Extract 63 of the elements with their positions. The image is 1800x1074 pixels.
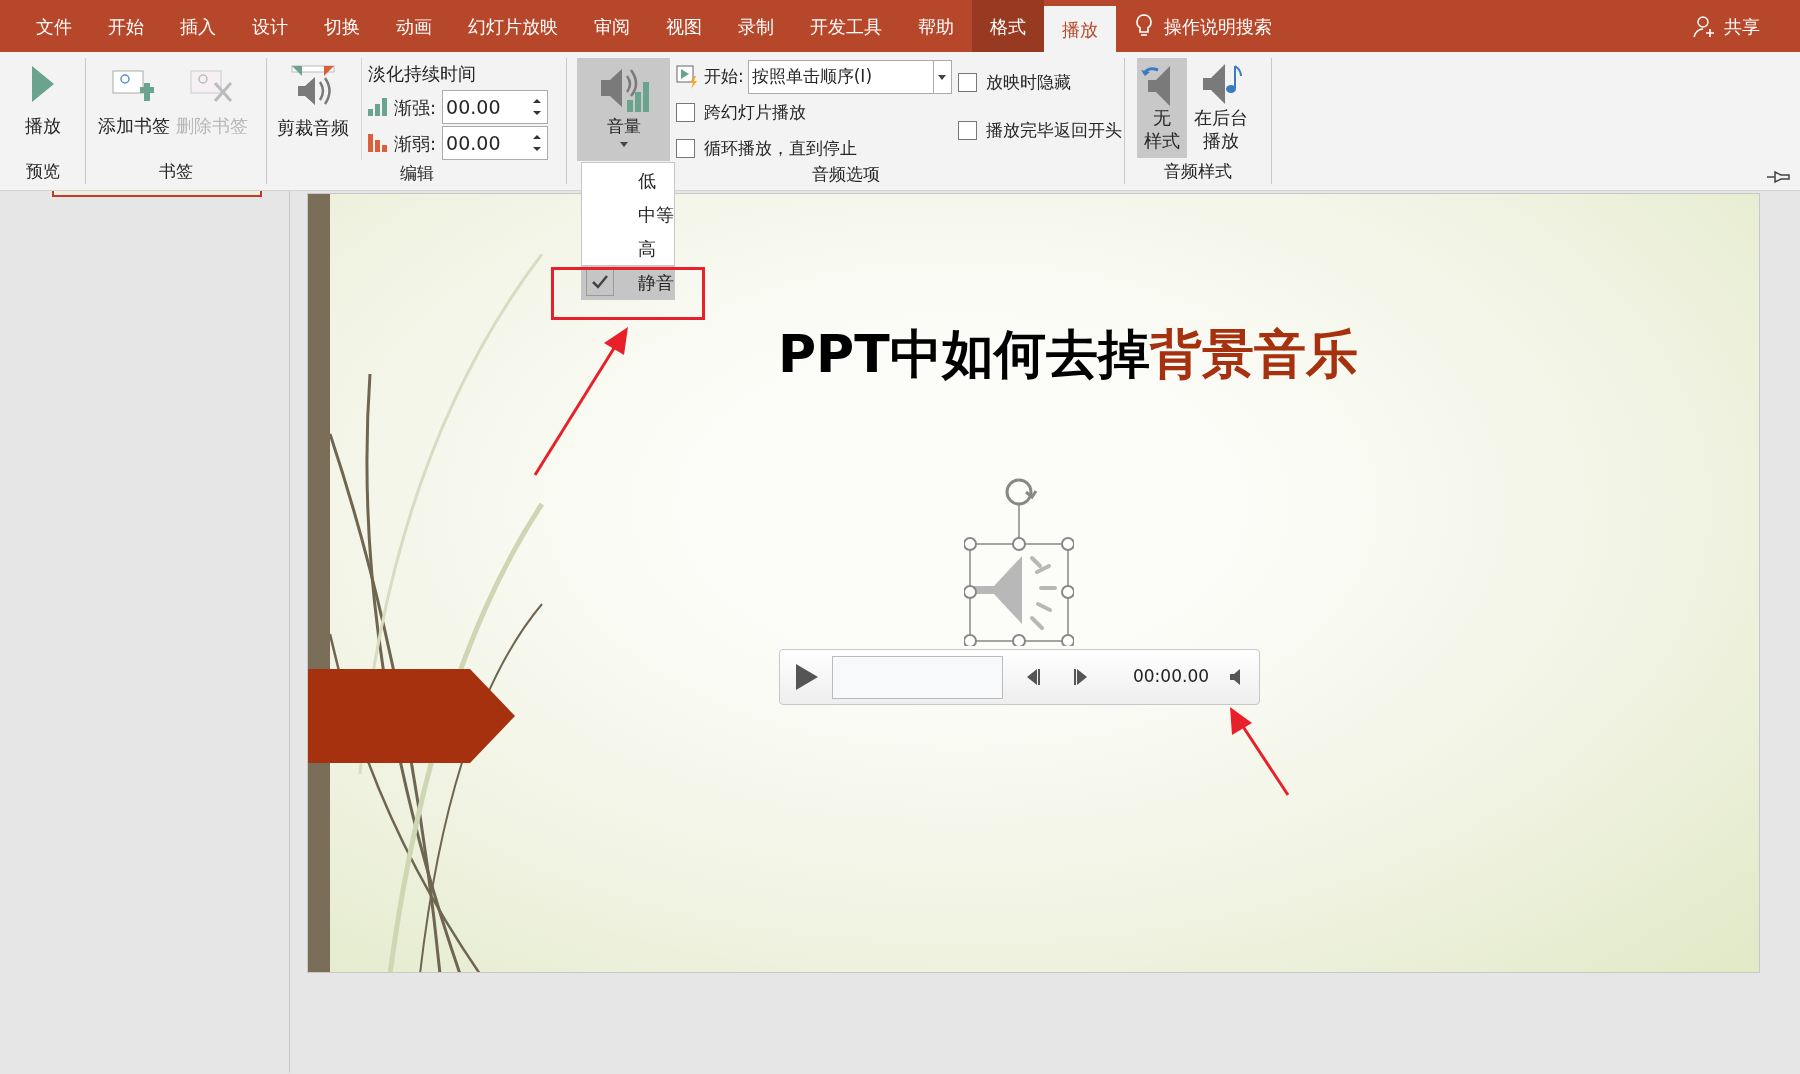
volume-menu-item[interactable]: 高 bbox=[582, 231, 674, 265]
spin-arrows-icon bbox=[533, 97, 542, 117]
ribbon-tab[interactable]: 切换 bbox=[306, 0, 378, 52]
ribbon-tab[interactable]: 录制 bbox=[720, 0, 792, 52]
slide-title: PPT中如何去掉背景音乐 bbox=[778, 328, 1358, 380]
ribbon-tab[interactable]: 帮助 bbox=[900, 0, 972, 52]
bookmark-remove-icon bbox=[190, 68, 234, 104]
share-button[interactable]: 共享 bbox=[1692, 0, 1760, 52]
ribbon-tab[interactable]: 设计 bbox=[234, 0, 306, 52]
tell-me-search[interactable]: 操作说明搜索 bbox=[1164, 12, 1272, 40]
play-icon bbox=[29, 64, 56, 104]
volume-menu-item[interactable]: 中等 bbox=[582, 197, 674, 231]
time-display: 00:00.00 bbox=[1133, 665, 1209, 689]
checkbox-option[interactable]: 放映时隐藏 bbox=[957, 70, 1122, 96]
ribbon-tab[interactable]: 播放 bbox=[1044, 6, 1116, 52]
fade-duration-label: 淡化持续时间 bbox=[368, 62, 477, 86]
start-dropdown[interactable]: 按照单击顺序(I) bbox=[747, 60, 952, 94]
ribbon-tab[interactable]: 视图 bbox=[648, 0, 720, 52]
checkbox-option[interactable]: 播放完毕返回开头 bbox=[957, 117, 1122, 143]
group-label: 预览 bbox=[25, 160, 60, 183]
lightbulb-icon bbox=[1134, 13, 1154, 39]
play-button[interactable]: 播放 bbox=[0, 58, 85, 158]
audio-style-button[interactable]: 无 样式 bbox=[1137, 58, 1187, 158]
spin-arrows-icon bbox=[533, 133, 542, 153]
ribbon-tab[interactable]: 开始 bbox=[90, 0, 162, 52]
ribbon-tab[interactable]: 开发工具 bbox=[792, 0, 900, 52]
start-label: 开始: bbox=[704, 65, 744, 89]
ribbon-tab[interactable]: 动画 bbox=[378, 0, 450, 52]
ribbon-tab[interactable]: 文件 bbox=[18, 0, 90, 52]
bookmark-add-icon bbox=[112, 68, 156, 104]
checkbox-option[interactable]: 循环播放，直到停止 bbox=[676, 135, 952, 161]
group-label: 编辑 bbox=[399, 162, 434, 185]
fade-in-spinner[interactable]: 00.00 bbox=[442, 90, 549, 124]
start-trigger-icon bbox=[676, 65, 700, 89]
person-add-icon bbox=[1692, 14, 1716, 38]
audio-style-button[interactable]: 在后台 播放 bbox=[1191, 58, 1251, 158]
fade-out-spinner[interactable]: 00.00 bbox=[442, 126, 549, 160]
ribbon-tab[interactable]: 幻灯片放映 bbox=[450, 0, 576, 52]
ribbon-tab[interactable]: 格式 bbox=[972, 0, 1044, 52]
checkmark-icon bbox=[592, 275, 608, 289]
fade-in-label: 渐强: bbox=[394, 95, 437, 120]
speaker-icon bbox=[1229, 669, 1243, 685]
trim-audio-button[interactable]: 剪裁音频 bbox=[277, 58, 349, 160]
pin-icon bbox=[1766, 170, 1792, 184]
skip-back-icon bbox=[1025, 669, 1041, 685]
group-label: 音频选项 bbox=[811, 163, 880, 186]
ribbon-tab[interactable]: 审阅 bbox=[576, 0, 648, 52]
play-icon bbox=[796, 664, 818, 690]
caret-icon bbox=[938, 74, 947, 80]
rising-bars-icon bbox=[368, 98, 388, 116]
slide-thumbnail[interactable] bbox=[52, 191, 262, 197]
volume-button[interactable]: 音量 bbox=[577, 58, 670, 161]
fade-out-label: 渐弱: bbox=[394, 131, 437, 156]
ribbon-tab[interactable]: 插入 bbox=[162, 0, 234, 52]
skip-forward-icon bbox=[1073, 669, 1089, 685]
checkbox-option[interactable]: 跨幻灯片播放 bbox=[676, 100, 952, 126]
group-label: 音频样式 bbox=[1164, 160, 1232, 183]
volume-menu-item[interactable]: 低 bbox=[582, 163, 674, 197]
caret-icon bbox=[619, 141, 628, 147]
falling-bars-icon bbox=[368, 134, 388, 152]
trim-audio-icon bbox=[290, 64, 336, 108]
add-bookmark-button[interactable]: 添加书签 bbox=[98, 58, 170, 158]
group-label: 书签 bbox=[159, 160, 193, 183]
